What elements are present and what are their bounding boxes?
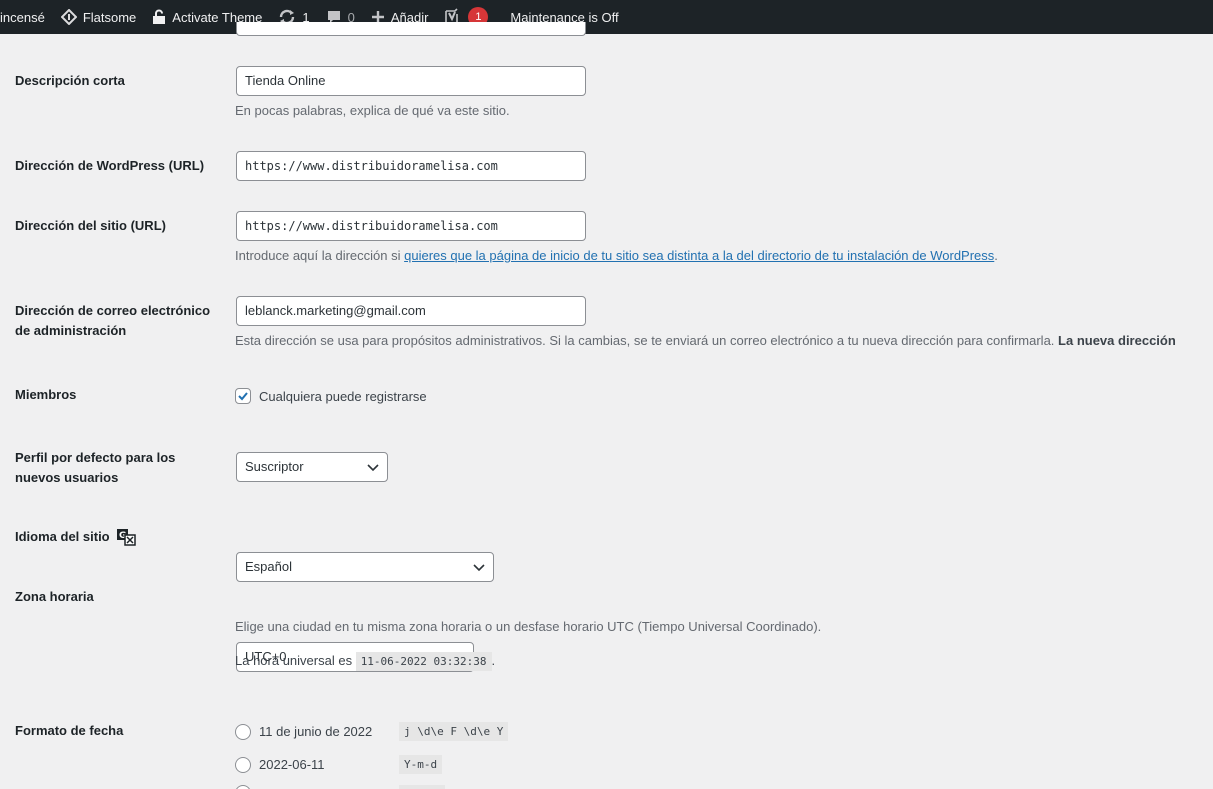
timezone-label: Zona horaria [15,589,94,604]
checkmark-icon [238,392,248,401]
date-format-option-2[interactable]: 2022-06-11 Y-m-d [235,755,443,774]
date-format-code: Y-m-d [399,755,443,774]
site-url-description: Introduce aquí la dirección si quieres q… [235,248,998,263]
date-format-radio[interactable] [235,723,251,740]
admin-email-label: Dirección de correo electrónico de admin… [15,301,210,341]
admin-email-description: Esta dirección se usa para propósitos ad… [235,333,1176,348]
wp-url-input[interactable]: https://www.distribuidoramelisa.com [236,151,586,181]
chevron-down-icon [473,564,485,572]
utc-time-value: 11-06-2022 03:32:38 [355,652,492,671]
date-format-code [399,785,445,789]
utc-time-prefix: La hora universal es [235,653,356,668]
default-role-label-line2: nuevos usuarios [15,470,119,485]
default-role-select[interactable]: Suscriptor [236,452,388,482]
utc-time-row: La hora universal es 11-06-2022 03:32:38… [235,652,496,671]
date-format-label: Formato de fecha [15,723,124,738]
site-url-description-text: Introduce aquí la dirección si [235,248,405,263]
admin-email-input[interactable]: leblanck.marketing@gmail.com [236,296,586,326]
site-language-select[interactable]: Español [236,552,494,582]
tagline-description: En pocas palabras, explica de qué va est… [235,103,510,118]
admin-email-label-line2: de administración [15,323,127,338]
translation-icon: G [116,528,136,546]
site-name-label: incensé [0,9,45,25]
site-url-description-suffix: . [994,248,998,263]
site-language-label-row: Idioma del sitio G [15,527,136,547]
site-name-link[interactable]: incensé [0,0,53,34]
default-role-label-line1: Perfil por defecto para los [15,450,176,465]
tagline-input[interactable]: Tienda Online [236,66,586,96]
site-language-value: Español [245,559,292,574]
date-format-radio[interactable] [235,756,251,773]
site-language-label: Idioma del sitio [15,529,110,544]
theme-label: Flatsome [82,9,137,25]
default-role-value: Suscriptor [245,459,304,474]
date-format-option-label: 11 de junio de 2022 [259,724,373,739]
admin-email-description-text: Esta dirección se usa para propósitos ad… [235,333,1059,348]
theme-link[interactable]: Flatsome [53,0,144,34]
admin-email-description-bold: La nueva dirección [1058,333,1176,348]
wp-url-label: Dirección de WordPress (URL) [15,158,205,173]
lock-icon [152,9,166,25]
date-format-code: j \d\e F \d\e Y [399,722,509,741]
site-url-help-link[interactable]: quieres que la página de inicio de tu si… [404,248,994,263]
membership-checkbox-row[interactable]: Cualquiera puede registrarse [235,388,427,404]
site-url-label: Dirección del sitio (URL) [15,218,166,233]
tagline-label: Descripción corta [15,73,125,88]
date-format-option-1[interactable]: 11 de junio de 2022 j \d\e F \d\e Y [235,722,509,741]
date-format-option-label: 2022-06-11 [259,757,325,772]
membership-checkbox[interactable] [235,388,251,404]
flatsome-icon [60,9,77,25]
site-url-input[interactable]: https://www.distribuidoramelisa.com [236,211,586,241]
membership-checkbox-label: Cualquiera puede registrarse [259,388,427,404]
utc-time-suffix: . [491,653,496,668]
admin-email-label-line1: Dirección de correo electrónico [15,303,211,318]
membership-label: Miembros [15,387,77,402]
chevron-down-icon [367,464,379,472]
admin-bar: incensé Flatsome Activate Theme 1 0 Añad… [0,0,1213,34]
timezone-description: Elige una ciudad en tu misma zona horari… [235,619,822,634]
site-title-input[interactable] [236,22,586,36]
default-role-label: Perfil por defecto para los nuevos usuar… [15,448,175,488]
date-format-option-3[interactable] [235,785,445,789]
date-format-radio[interactable] [235,785,251,789]
